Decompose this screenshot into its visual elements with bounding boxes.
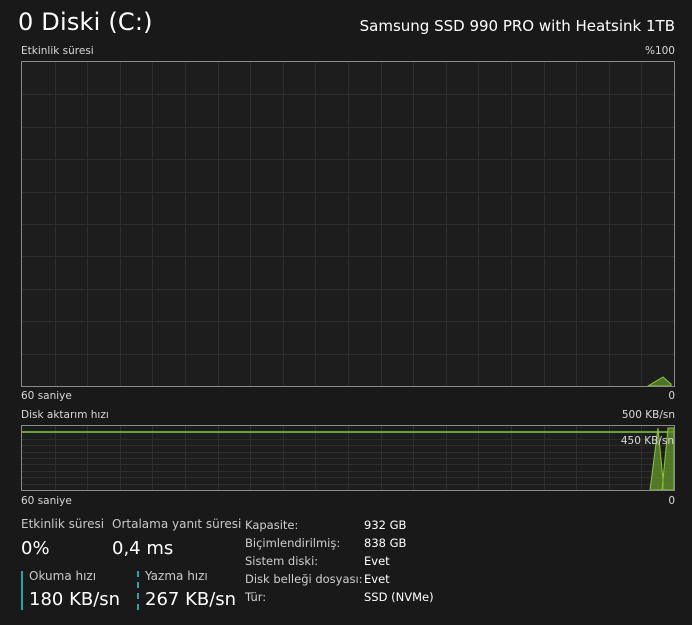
activity-min-label: 0 [668, 390, 675, 402]
system-disk-value: Evet [364, 554, 390, 568]
capacity-value: 932 GB [364, 518, 407, 532]
disk-model: Samsung SSD 990 PRO with Heatsink 1TB [359, 17, 675, 35]
system-disk-label: Sistem diski: [245, 554, 319, 568]
write-stat-label: Yazma hızı [145, 569, 208, 583]
type-value: SSD (NVMe) [364, 590, 434, 604]
response-stat-label: Ortalama yanıt süresi [112, 517, 242, 531]
transfer-ref-label: 450 KB/sn [620, 435, 674, 447]
write-speed-indicator [137, 571, 139, 610]
write-stat-value: 267 KB/sn [145, 589, 237, 610]
read-stat-label: Okuma hızı [29, 569, 97, 583]
read-stat-value: 180 KB/sn [29, 589, 121, 610]
activity-stat-label: Etkinlik süresi [21, 517, 105, 531]
read-speed-indicator [21, 571, 23, 610]
disk-title: 0 Diski (C:) [18, 8, 153, 36]
transfer-graph-max-label: 500 KB/sn [621, 409, 675, 421]
activity-stat-value: 0% [21, 538, 50, 559]
transfer-graph-label: Disk aktarım hızı [21, 409, 109, 421]
activity-time-label: 60 saniye [21, 390, 72, 402]
activity-graph-label: Etkinlik süresi [21, 45, 94, 57]
transfer-time-label: 60 saniye [21, 495, 72, 507]
page-file-value: Evet [364, 572, 390, 586]
capacity-label: Kapasite: [245, 518, 299, 532]
formatted-label: Biçimlendirilmiş: [245, 536, 341, 550]
transfer-graph[interactable] [21, 425, 675, 491]
activity-spike [647, 376, 672, 386]
page-file-label: Disk belleği dosyası: [245, 572, 363, 586]
transfer-min-label: 0 [668, 495, 675, 507]
transfer-graph-canvas [22, 426, 674, 490]
type-label: Tür: [245, 590, 267, 604]
response-stat-value: 0,4 ms [112, 538, 174, 559]
activity-graph-canvas [22, 62, 674, 386]
activity-graph-max-label: %100 [644, 45, 675, 57]
formatted-value: 838 GB [364, 536, 407, 550]
activity-graph[interactable] [21, 61, 675, 387]
